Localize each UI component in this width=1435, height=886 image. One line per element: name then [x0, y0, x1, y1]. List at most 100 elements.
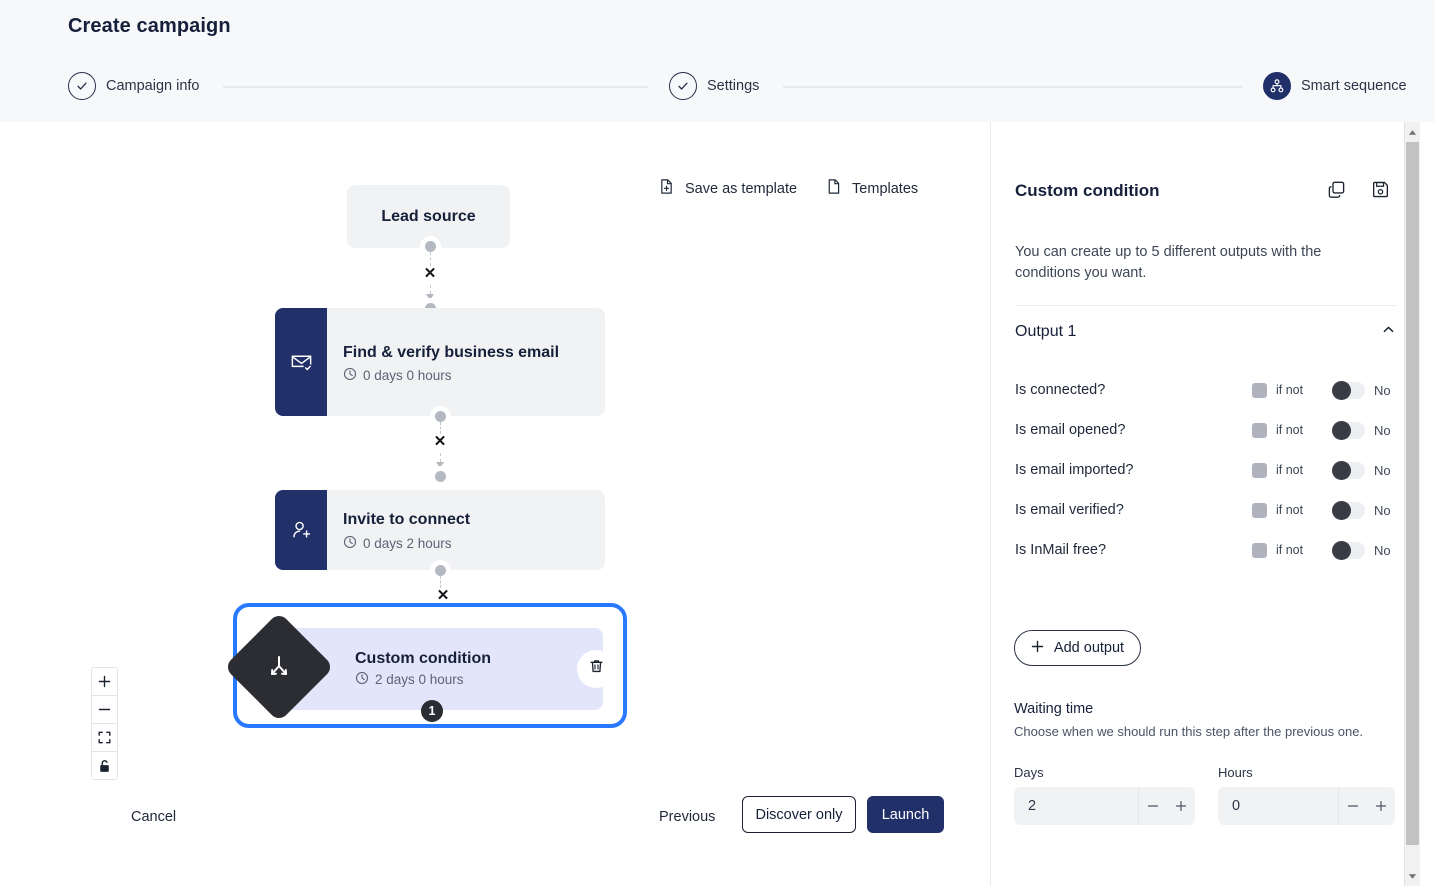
days-increment-button[interactable]: [1167, 800, 1195, 812]
node-invite-to-connect-title: Invite to connect: [343, 508, 470, 533]
condition-row: Is email imported? if not No: [1015, 450, 1396, 490]
page-title: Create campaign: [68, 15, 231, 38]
condition-ifnot-label: if not: [1276, 503, 1322, 517]
condition-checkbox[interactable]: [1252, 543, 1267, 558]
condition-toggle[interactable]: [1332, 502, 1365, 519]
node-find-verify-email[interactable]: Find & verify business email 0 days 0 ho…: [275, 308, 605, 416]
templates-button[interactable]: Templates: [825, 178, 918, 200]
hours-label: Hours: [1218, 765, 1253, 780]
output-1-header[interactable]: Output 1: [1015, 322, 1396, 342]
node-custom-condition-selection[interactable]: Custom condition 2 days 0 hours: [233, 603, 627, 728]
connector-arrow-icon: [436, 462, 444, 468]
step-settings[interactable]: Settings: [669, 72, 759, 100]
condition-checkbox[interactable]: [1252, 463, 1267, 478]
delete-node-button[interactable]: [577, 650, 615, 688]
mail-check-icon: [275, 308, 327, 416]
condition-toggle[interactable]: [1332, 422, 1365, 439]
panel-actions: [1327, 180, 1390, 204]
canvas-toolbar: Save as template Templates: [658, 178, 918, 200]
lock-toggle-button[interactable]: [92, 752, 117, 779]
condition-row: Is InMail free? if not No: [1015, 530, 1396, 570]
node-duration: 0 days 2 hours: [343, 535, 470, 552]
node-lead-source-title: Lead source: [381, 208, 475, 226]
node-invite-to-connect-duration: 0 days 2 hours: [363, 536, 452, 551]
previous-button[interactable]: Previous: [659, 809, 715, 825]
hours-decrement-button[interactable]: [1339, 800, 1367, 812]
clock-icon: [343, 535, 357, 552]
condition-ifnot-label: if not: [1276, 463, 1322, 477]
condition-checkbox[interactable]: [1252, 423, 1267, 438]
days-value[interactable]: 2: [1014, 798, 1138, 814]
condition-label: Is email opened?: [1015, 422, 1252, 438]
condition-row: Is email opened? if not No: [1015, 410, 1396, 450]
node-body: Custom condition 2 days 0 hours: [355, 650, 491, 688]
connector-remove-icon[interactable]: ✕: [434, 434, 447, 449]
node-duration: 2 days 0 hours: [355, 671, 491, 688]
connector-email-to-invite: ✕: [425, 411, 455, 482]
connector-line: [430, 285, 431, 294]
stepper-nav: Campaign info Settings Smart sequ: [68, 72, 1378, 102]
condition-ifnot-label: if not: [1276, 383, 1322, 397]
node-duration: 0 days 0 hours: [343, 367, 559, 384]
save-as-template-button[interactable]: Save as template: [658, 178, 797, 200]
step-settings-panel: Custom condition You can create u: [990, 122, 1435, 886]
connector-remove-icon[interactable]: ✕: [437, 588, 450, 603]
connector-dot[interactable]: [425, 241, 436, 252]
condition-checkbox[interactable]: [1252, 503, 1267, 518]
step-label-smart-sequence: Smart sequence: [1301, 78, 1407, 94]
create-campaign-page: Create campaign Campaign info Settings: [0, 0, 1435, 886]
node-body: Find & verify business email 0 days 0 ho…: [327, 308, 575, 416]
save-icon[interactable]: [1371, 180, 1390, 204]
toggle-knob: [1332, 541, 1351, 560]
condition-ifnot-label: if not: [1276, 543, 1322, 557]
condition-toggle[interactable]: [1332, 382, 1365, 399]
scroll-up-icon[interactable]: [1405, 124, 1420, 140]
zoom-out-button[interactable]: [92, 696, 117, 724]
sitemap-icon: [1263, 72, 1291, 100]
node-custom-condition[interactable]: Custom condition 2 days 0 hours: [263, 628, 603, 710]
toggle-knob: [1332, 461, 1351, 480]
node-invite-to-connect[interactable]: Invite to connect 0 days 2 hours: [275, 490, 605, 570]
condition-label: Is connected?: [1015, 382, 1252, 398]
step-campaign-info[interactable]: Campaign info: [68, 72, 200, 100]
panel-description: You can create up to 5 different outputs…: [1015, 242, 1353, 283]
connector-dot[interactable]: [435, 411, 446, 422]
condition-toggle[interactable]: [1332, 462, 1365, 479]
days-stepper[interactable]: 2: [1014, 787, 1195, 825]
discover-only-button[interactable]: Discover only: [742, 796, 856, 833]
hours-increment-button[interactable]: [1367, 800, 1395, 812]
footer-actions: Cancel Previous Discover only Launch: [0, 796, 990, 886]
days-decrement-button[interactable]: [1139, 800, 1167, 812]
node-find-verify-email-title: Find & verify business email: [343, 340, 559, 366]
scrollbar-thumb[interactable]: [1406, 142, 1419, 845]
add-output-button[interactable]: Add output: [1014, 630, 1141, 666]
scroll-down-icon[interactable]: [1405, 868, 1420, 884]
launch-button[interactable]: Launch: [867, 796, 944, 833]
panel-divider: [1015, 305, 1396, 306]
hours-stepper[interactable]: 0: [1218, 787, 1395, 825]
hours-value[interactable]: 0: [1218, 798, 1338, 814]
clock-icon: [343, 367, 357, 384]
sequence-canvas[interactable]: Save as template Templates Lead source ✕: [0, 122, 990, 886]
duplicate-icon[interactable]: [1327, 180, 1346, 204]
output-1-label: Output 1: [1015, 323, 1076, 341]
step-label-settings: Settings: [707, 78, 759, 94]
zoom-in-button[interactable]: [92, 668, 117, 696]
step-smart-sequence[interactable]: Smart sequence: [1263, 72, 1407, 100]
toggle-knob: [1332, 501, 1351, 520]
fit-view-button[interactable]: [92, 724, 117, 752]
node-lead-source[interactable]: Lead source: [347, 185, 510, 248]
save-as-template-label: Save as template: [685, 181, 797, 197]
connector-dot[interactable]: [435, 565, 446, 576]
condition-checkbox[interactable]: [1252, 383, 1267, 398]
chevron-up-icon[interactable]: [1381, 322, 1396, 342]
connector-dot[interactable]: [435, 471, 446, 482]
connector-remove-icon[interactable]: ✕: [424, 266, 437, 281]
file-icon: [825, 178, 842, 200]
condition-toggle[interactable]: [1332, 542, 1365, 559]
step-label-campaign-info: Campaign info: [106, 78, 200, 94]
cancel-button[interactable]: Cancel: [131, 809, 176, 825]
plus-icon: [1031, 640, 1044, 657]
panel-scrollbar[interactable]: [1404, 122, 1420, 886]
node-find-verify-email-duration: 0 days 0 hours: [363, 368, 452, 383]
